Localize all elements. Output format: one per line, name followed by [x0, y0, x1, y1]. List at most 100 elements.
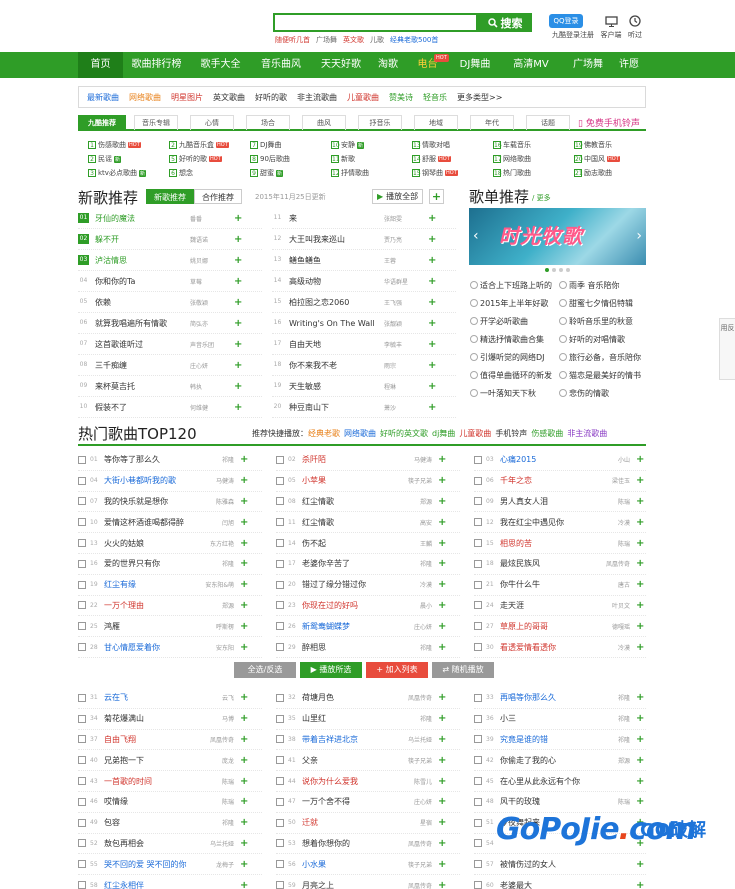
add-song-plus-icon[interactable]: + — [428, 402, 436, 413]
add-song-plus-icon[interactable]: + — [438, 538, 446, 549]
song-checkbox[interactable] — [276, 881, 284, 889]
new-song-row[interactable]: 17 自由天地 李毓丰 + — [272, 334, 456, 355]
song-checkbox[interactable] — [78, 693, 86, 702]
add-song-plus-icon[interactable]: + — [636, 538, 644, 549]
song-checkbox[interactable] — [474, 818, 482, 827]
sub-tab[interactable]: 场合 — [246, 115, 290, 130]
song-title[interactable]: 哎情缘 — [104, 796, 204, 807]
song-title[interactable]: 三千痴缠 — [95, 360, 190, 371]
add-song-plus-icon[interactable]: + — [438, 642, 446, 653]
song-title[interactable]: 杀阡陌 — [302, 454, 402, 465]
add-song-plus-icon[interactable]: + — [636, 734, 644, 745]
song-title[interactable]: 天生敏感 — [289, 381, 384, 392]
hot-song-row[interactable]: 37 自由飞翔 凤凰传奇 + — [78, 730, 262, 751]
song-checkbox[interactable] — [474, 518, 482, 527]
song-title[interactable]: 看透爱情看透你 — [500, 642, 600, 653]
feedback-side-tab[interactable]: 用反 — [719, 318, 735, 380]
nav-item[interactable]: 首页 — [78, 52, 123, 78]
song-checkbox[interactable] — [78, 580, 86, 589]
song-checkbox[interactable] — [276, 777, 284, 786]
song-checkbox[interactable] — [276, 518, 284, 527]
song-title[interactable]: 父亲 — [302, 755, 402, 766]
banner-next-icon[interactable]: › — [636, 228, 642, 244]
song-checkbox[interactable] — [276, 580, 284, 589]
hot-song-row[interactable]: 27 草原上的哥哥 德嘎瑶 + — [474, 616, 646, 638]
song-title[interactable]: 带着吉祥进北京 — [302, 734, 402, 745]
sub-tab[interactable]: 曲风 — [302, 115, 346, 130]
nav-item[interactable]: 天天好歌 — [311, 52, 371, 78]
song-artist[interactable]: 东方红艳 — [204, 539, 234, 548]
channel-item[interactable]: 5 好听的歌 HOT — [169, 154, 222, 164]
song-artist[interactable]: 祁隆 — [204, 455, 234, 464]
song-title[interactable]: 大王叫我来巡山 — [289, 234, 384, 245]
song-title[interactable]: 错过了缘分错过你 — [302, 579, 402, 590]
hot-song-row[interactable]: 21 你牛什么牛 唐古 + — [474, 575, 646, 596]
add-song-plus-icon[interactable]: + — [636, 713, 644, 724]
playlist-item[interactable]: 开学必听歌曲 — [470, 312, 559, 330]
song-title[interactable]: 高级动物 — [289, 276, 384, 287]
hot-song-row[interactable]: 19 红尘有缘 安东阳&萌 + — [78, 575, 262, 596]
add-song-plus-icon[interactable]: + — [438, 755, 446, 766]
tab-partner[interactable]: 合作推荐 — [194, 189, 242, 204]
song-checkbox[interactable] — [276, 622, 284, 631]
add-song-plus-icon[interactable]: + — [234, 381, 242, 392]
song-checkbox[interactable] — [474, 455, 482, 464]
song-artist[interactable]: 筷子兄弟 — [402, 756, 432, 765]
sub-tab[interactable]: 抒音乐 — [358, 115, 402, 130]
song-checkbox[interactable] — [474, 797, 482, 806]
song-artist[interactable]: 庄心妍 — [190, 361, 230, 370]
song-artist[interactable]: 梁佳玉 — [600, 476, 630, 485]
song-artist[interactable]: 叶贝文 — [600, 601, 630, 610]
song-artist[interactable]: 马健涛 — [402, 455, 432, 464]
add-song-plus-icon[interactable]: + — [438, 838, 446, 849]
add-song-plus-icon[interactable]: + — [438, 776, 446, 787]
channel-item[interactable]: 16 车载音乐 — [493, 140, 531, 150]
hot-song-row[interactable]: 35 山里红 祁隆 + — [276, 709, 460, 730]
hot-song-row[interactable]: 31 云在飞 云飞 + — [78, 688, 262, 709]
song-title[interactable]: 依赖 — [95, 297, 190, 308]
channel-item[interactable]: 14 舒服 HOT — [412, 154, 451, 164]
hot-song-row[interactable]: 17 老婆你辛苦了 祁隆 + — [276, 554, 460, 575]
category-link[interactable]: 最新歌曲 — [87, 92, 119, 103]
song-artist[interactable]: 唐古 — [600, 580, 630, 589]
song-artist[interactable]: 凤凰传奇 — [204, 735, 234, 744]
quick-play-link[interactable]: 好听的英文歌 — [380, 429, 428, 438]
add-song-plus-icon[interactable]: + — [240, 755, 248, 766]
add-song-plus-icon[interactable]: + — [234, 339, 242, 350]
hot-song-row[interactable]: 24 走天涯 叶贝文 + — [474, 596, 646, 617]
hot-song-row[interactable]: 07 我的快乐就是想你 陈雅森 + — [78, 492, 262, 513]
song-artist[interactable]: 凤凰传奇 — [402, 839, 432, 848]
song-title[interactable]: 风干的玫瑰 — [500, 796, 600, 807]
song-artist[interactable]: 晨小 — [402, 601, 432, 610]
add-song-plus-icon[interactable]: + — [240, 579, 248, 590]
hot-song-row[interactable]: 14 伤不起 王麟 + — [276, 533, 460, 554]
add-song-plus-icon[interactable]: + — [636, 692, 644, 703]
hot-song-row[interactable]: 23 你现在过的好吗 晨小 + — [276, 596, 460, 617]
song-checkbox[interactable] — [78, 559, 86, 568]
hot-song-row[interactable]: 47 一万个舍不得 庄心妍 + — [276, 792, 460, 813]
select-all-button[interactable]: 全选/反选 — [234, 662, 296, 678]
banner-prev-icon[interactable]: ‹ — [473, 228, 479, 244]
song-artist[interactable]: 庄心妍 — [402, 622, 432, 631]
song-checkbox[interactable] — [78, 839, 86, 848]
song-checkbox[interactable] — [78, 622, 86, 631]
song-artist[interactable]: 王麟 — [402, 539, 432, 548]
song-checkbox[interactable] — [78, 797, 86, 806]
playlist-item[interactable]: 引爆听觉的网络DJ — [470, 348, 559, 366]
quick-play-link[interactable]: 儿童歌曲 — [459, 429, 491, 438]
add-song-plus-icon[interactable]: + — [240, 600, 248, 611]
playlist-item[interactable]: 雨季 音乐陪你 — [559, 276, 650, 294]
hot-song-row[interactable]: 25 鸿雁 呼斯楞 + — [78, 616, 262, 638]
song-artist[interactable]: 魏语诺 — [190, 235, 230, 244]
song-checkbox[interactable] — [78, 497, 86, 506]
song-title[interactable]: 大街小巷都听我的歌 — [104, 475, 204, 486]
new-song-row[interactable]: 11 来张韶雯 + — [272, 208, 456, 229]
playlist-item[interactable]: 一叶落知天下秋 — [470, 384, 559, 402]
nav-item[interactable]: 许愿 — [614, 52, 644, 78]
song-title[interactable]: 你不来我不老 — [289, 360, 384, 371]
add-song-plus-icon[interactable]: + — [428, 297, 436, 308]
song-title[interactable]: 甘心情愿爱着你 — [104, 642, 204, 653]
song-title[interactable]: 迁就 — [302, 817, 402, 828]
song-artist[interactable]: 冷漠 — [600, 518, 630, 527]
song-artist[interactable]: 雨宗 — [384, 361, 424, 370]
